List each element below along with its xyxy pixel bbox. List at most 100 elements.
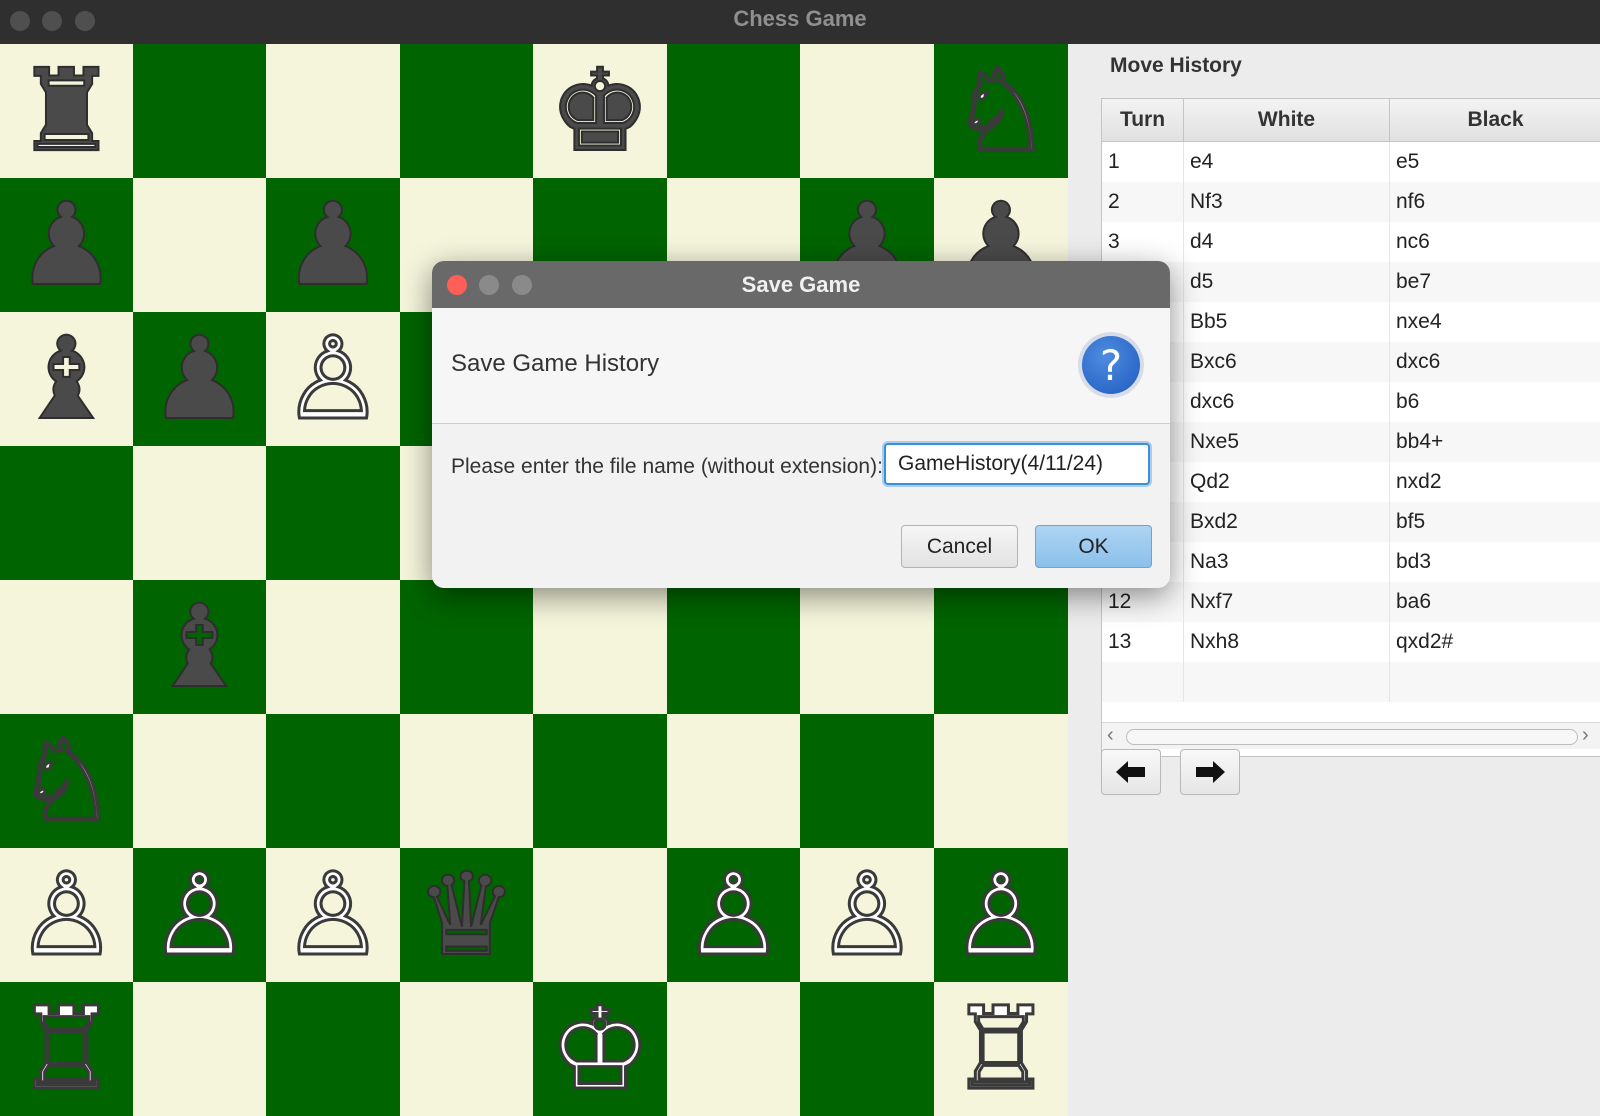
table-row[interactable]: 10Bxd2bf5	[1102, 502, 1600, 542]
white-pawn-icon[interactable]: ♙	[14, 856, 119, 973]
cell-white: e4	[1184, 142, 1390, 182]
square-h8[interactable]: ♘	[934, 44, 1068, 178]
table-row[interactable]: 5Bb5nxe4	[1102, 302, 1600, 342]
square-c3[interactable]	[266, 714, 400, 848]
table-row[interactable]: 7dxc6b6	[1102, 382, 1600, 422]
table-row[interactable]: 3 d4 nc6	[1102, 222, 1600, 262]
white-pawn-icon[interactable]: ♙	[814, 856, 919, 973]
square-d3[interactable]	[400, 714, 533, 848]
square-g4[interactable]	[800, 580, 934, 714]
square-e3[interactable]	[533, 714, 667, 848]
square-a7[interactable]: ♟	[0, 178, 133, 312]
square-c4[interactable]	[266, 580, 400, 714]
square-a5[interactable]	[0, 446, 133, 580]
square-a2[interactable]: ♙	[0, 848, 133, 982]
ok-button[interactable]: OK	[1035, 525, 1152, 568]
square-b4[interactable]: ♝	[133, 580, 266, 714]
square-c8[interactable]	[266, 44, 400, 178]
square-h2[interactable]: ♙	[934, 848, 1068, 982]
white-pawn-icon[interactable]: ♙	[147, 856, 252, 973]
square-g1[interactable]	[800, 982, 934, 1116]
black-rook-icon[interactable]: ♜	[14, 53, 118, 169]
square-d2[interactable]: ♛	[400, 848, 533, 982]
table-row[interactable]: 8Nxe5bb4+	[1102, 422, 1600, 462]
square-h3[interactable]	[934, 714, 1068, 848]
table-row[interactable]: 9Qd2nxd2	[1102, 462, 1600, 502]
table-row[interactable]: 11Na3bd3	[1102, 542, 1600, 582]
white-pawn-icon[interactable]: ♙	[948, 856, 1053, 973]
white-knight-icon[interactable]: ♘	[948, 52, 1053, 169]
cancel-button[interactable]: Cancel	[901, 525, 1018, 568]
square-d8[interactable]	[400, 44, 533, 178]
cell-white: Bb5	[1184, 302, 1390, 342]
square-b2[interactable]: ♙	[133, 848, 266, 982]
square-e1[interactable]: ♔	[533, 982, 667, 1116]
square-c2[interactable]: ♙	[266, 848, 400, 982]
square-b6[interactable]: ♟	[133, 312, 266, 446]
column-header-turn[interactable]: Turn	[1102, 99, 1184, 141]
table-row[interactable]: 4d5be7	[1102, 262, 1600, 302]
square-a1[interactable]: ♖	[0, 982, 133, 1116]
square-b7[interactable]	[133, 178, 266, 312]
square-b1[interactable]	[133, 982, 266, 1116]
square-f2[interactable]: ♙	[667, 848, 800, 982]
square-d4[interactable]	[400, 580, 533, 714]
black-king-icon[interactable]: ♚	[548, 53, 652, 169]
table-row[interactable]: 6Bxc6dxc6	[1102, 342, 1600, 382]
scroll-right-icon[interactable]: ›	[1582, 724, 1589, 747]
square-a6[interactable]: ♝	[0, 312, 133, 446]
scroll-left-icon[interactable]: ‹	[1107, 724, 1114, 747]
save-game-dialog: Save Game Save Game History ? Please ent…	[432, 261, 1170, 588]
black-bishop-icon[interactable]: ♝	[147, 589, 251, 705]
square-c5[interactable]	[266, 446, 400, 580]
horizontal-scrollbar[interactable]: ‹ ›	[1102, 722, 1600, 749]
table-row[interactable]: 2 Nf3 nf6	[1102, 182, 1600, 222]
black-pawn-icon[interactable]: ♟	[147, 321, 251, 437]
square-h1[interactable]: ♖	[934, 982, 1068, 1116]
square-a8[interactable]: ♜	[0, 44, 133, 178]
black-pawn-icon[interactable]: ♟	[14, 187, 118, 303]
black-pawn-icon[interactable]: ♟	[281, 187, 385, 303]
white-pawn-icon[interactable]: ♙	[681, 856, 786, 973]
square-d1[interactable]	[400, 982, 533, 1116]
white-pawn-icon[interactable]: ♙	[280, 320, 385, 437]
black-bishop-icon[interactable]: ♝	[14, 321, 118, 437]
square-h4[interactable]	[934, 580, 1068, 714]
previous-move-button[interactable]	[1101, 749, 1161, 795]
white-pawn-icon[interactable]: ♙	[280, 856, 385, 973]
scrollbar-thumb[interactable]	[1126, 729, 1578, 745]
table-row[interactable]: 1 e4 e5	[1102, 142, 1600, 182]
square-e2[interactable]	[533, 848, 667, 982]
square-e4[interactable]	[533, 580, 667, 714]
table-row[interactable]: 12 Nxf7 ba6	[1102, 582, 1600, 622]
square-c6[interactable]: ♙	[266, 312, 400, 446]
cell-white	[1184, 662, 1390, 702]
square-f8[interactable]	[667, 44, 800, 178]
next-move-button[interactable]	[1180, 749, 1240, 795]
square-b8[interactable]	[133, 44, 266, 178]
column-header-white[interactable]: White	[1184, 99, 1390, 141]
table-row[interactable]: 13 Nxh8 qxd2#	[1102, 622, 1600, 662]
cell-turn: 1	[1102, 142, 1184, 182]
square-f3[interactable]	[667, 714, 800, 848]
white-king-icon[interactable]: ♔	[547, 990, 652, 1107]
square-c1[interactable]	[266, 982, 400, 1116]
white-knight-icon[interactable]: ♘	[14, 722, 119, 839]
square-a3[interactable]: ♘	[0, 714, 133, 848]
square-b3[interactable]	[133, 714, 266, 848]
black-queen-icon[interactable]: ♛	[414, 857, 518, 973]
cell-white: Na3	[1184, 542, 1390, 582]
square-c7[interactable]: ♟	[266, 178, 400, 312]
square-a4[interactable]	[0, 580, 133, 714]
filename-input[interactable]	[884, 443, 1150, 485]
square-g3[interactable]	[800, 714, 934, 848]
square-b5[interactable]	[133, 446, 266, 580]
square-e8[interactable]: ♚	[533, 44, 667, 178]
square-g2[interactable]: ♙	[800, 848, 934, 982]
white-rook-icon[interactable]: ♖	[948, 990, 1053, 1107]
square-f1[interactable]	[667, 982, 800, 1116]
square-g8[interactable]	[800, 44, 934, 178]
square-f4[interactable]	[667, 580, 800, 714]
column-header-black[interactable]: Black	[1390, 99, 1600, 141]
white-rook-icon[interactable]: ♖	[14, 990, 119, 1107]
